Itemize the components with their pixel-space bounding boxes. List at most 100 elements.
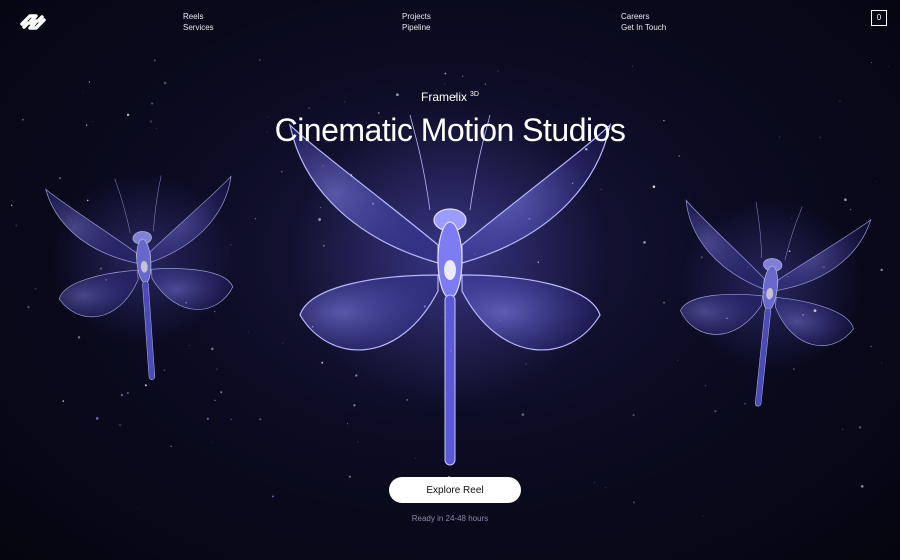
sparkle-particle: [259, 418, 262, 421]
sparkle-particle: [77, 336, 81, 339]
sparkle-particle: [787, 275, 789, 278]
sparkle-particle: [600, 188, 602, 190]
sparkle-particle: [95, 417, 99, 420]
sparkle-particle: [700, 256, 703, 259]
sparkle-particle: [880, 268, 883, 272]
sparkle-particle: [423, 305, 426, 308]
sparkle-particle: [371, 202, 375, 205]
sparkle-particle: [137, 506, 139, 508]
sparkle-particle: [214, 310, 216, 313]
sparkle-particle: [406, 399, 408, 401]
sparkle-particle: [802, 314, 804, 316]
sparkle-particle: [254, 218, 257, 220]
page-title: Cinematic Motion Studios: [274, 112, 626, 148]
sparkle-particle: [585, 63, 587, 64]
sparkle-particle: [860, 485, 864, 488]
sparkle-particle: [170, 445, 172, 447]
sparkle-particle: [743, 402, 747, 405]
sparkle-particle: [871, 61, 872, 63]
sparkle-particle: [652, 185, 656, 189]
sparkle-particle: [227, 281, 229, 283]
sparkle-particle: [185, 302, 187, 304]
sparkle-particle: [605, 487, 607, 488]
sparkle-particle: [99, 267, 103, 270]
sparkle-particle: [414, 457, 416, 459]
sparkle-particle: [259, 59, 261, 61]
sparkle-particle: [163, 369, 166, 371]
sparkle-particle: [15, 224, 18, 227]
sparkle-particle: [318, 218, 321, 221]
sparkle-particle: [59, 177, 61, 179]
sparkle-particle: [632, 413, 635, 417]
brand-name: Framelix 3D: [0, 90, 900, 104]
sparkle-particle: [870, 345, 872, 347]
sparkle-particle: [282, 342, 283, 344]
sparkle-particle: [881, 362, 883, 364]
sparkle-particle: [214, 399, 216, 402]
sparkle-particle: [248, 331, 249, 333]
sparkle-particle: [888, 66, 890, 67]
sparkle-particle: [357, 441, 359, 443]
sparkle-particle: [875, 181, 876, 183]
delivery-note: Ready in 24-48 hours: [411, 514, 489, 523]
sparkle-particle: [663, 301, 665, 304]
sparkle-particle: [450, 350, 452, 352]
sparkle-particle: [726, 317, 728, 319]
sparkle-particle: [280, 170, 283, 173]
sparkle-particle: [755, 404, 758, 407]
sparkle-particle: [793, 368, 795, 370]
sparkle-particle: [822, 265, 825, 269]
sparkle-particle: [230, 418, 232, 420]
sparkle-particle: [484, 83, 487, 86]
sparkle-particle: [88, 81, 91, 83]
sparkle-particle: [571, 182, 574, 184]
sparkle-particle: [346, 423, 348, 425]
sparkle-particle: [704, 385, 707, 387]
sparkle-particle: [525, 363, 527, 365]
sparkle-particle: [229, 244, 232, 246]
sparkle-particle: [380, 345, 383, 347]
sparkle-particle: [497, 70, 499, 72]
sparkle-particle: [796, 321, 798, 322]
sparkle-particle: [813, 309, 817, 313]
brand-superscript: 3D: [470, 91, 479, 98]
sparkle-particle: [444, 72, 447, 75]
sparkle-particle: [126, 392, 129, 394]
sparkle-particle: [791, 217, 793, 220]
sparkle-particle: [528, 217, 531, 220]
sparkle-particle: [747, 266, 749, 269]
sparkle-particle: [138, 210, 140, 212]
sparkle-particle: [858, 426, 862, 429]
sparkle-particle: [461, 75, 464, 77]
sparkle-particle: [216, 368, 218, 370]
sparkle-particle: [321, 361, 324, 364]
sparkle-particle: [444, 83, 446, 85]
brand-text: Framelix: [421, 90, 468, 104]
sparkle-particle: [632, 501, 635, 504]
sparkle-particle: [220, 391, 223, 394]
sparkle-particle: [350, 174, 353, 176]
sparkle-particle: [10, 204, 13, 206]
sparkle-particle: [211, 347, 214, 351]
sparkle-particle: [34, 287, 37, 290]
sparkle-particle: [353, 404, 356, 407]
sparkle-particle: [631, 65, 633, 67]
sparkle-particle: [322, 244, 325, 247]
explore-reel-button[interactable]: Explore Reel: [389, 477, 521, 503]
sparkle-particle: [144, 384, 147, 387]
sparkle-particle: [120, 393, 124, 397]
sparkle-particle: [319, 207, 321, 209]
sparkle-particle: [62, 400, 65, 402]
sparkle-particle: [211, 441, 213, 443]
sparkle-particle: [206, 417, 209, 420]
sparkle-particle: [499, 320, 501, 322]
sparkle-particle: [849, 208, 852, 211]
sparkle-particle: [474, 253, 476, 255]
sparkle-particle: [312, 326, 314, 328]
sparkle-particle: [643, 241, 646, 244]
sparkle-particle: [841, 428, 844, 430]
sparkle-particle: [322, 165, 324, 167]
sparkle-particle: [153, 59, 156, 62]
sparkle-particle: [308, 107, 311, 110]
dragonfly-illustration: [10, 59, 890, 517]
